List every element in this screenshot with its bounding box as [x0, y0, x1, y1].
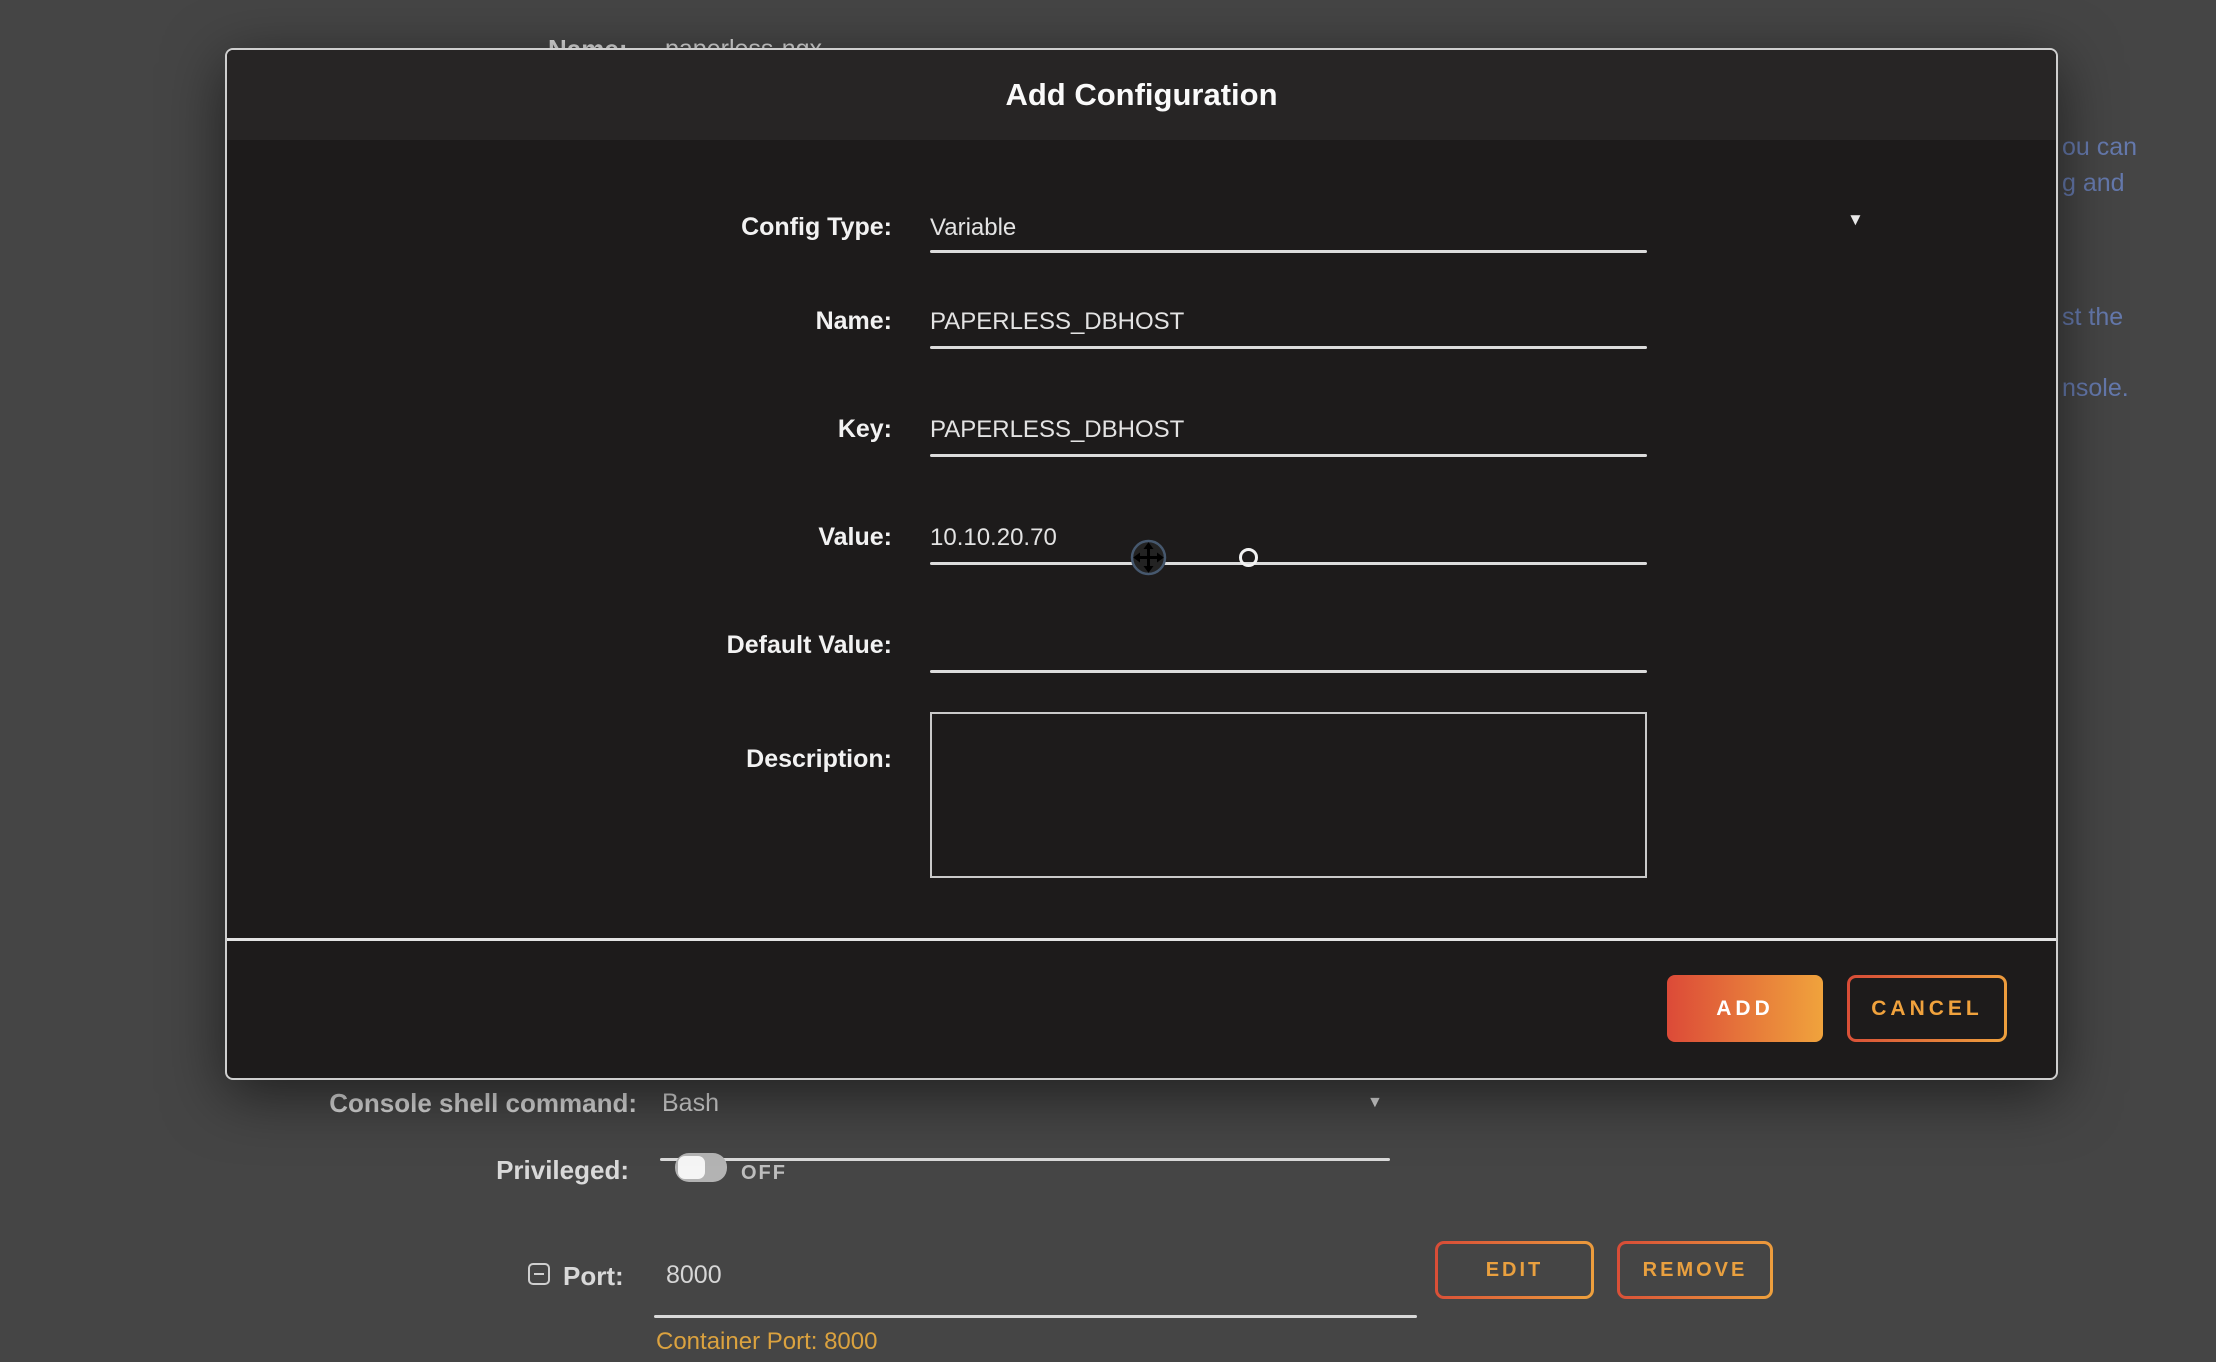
console-shell-command-label: Console shell command: — [237, 1088, 637, 1119]
name-label: Name: — [492, 307, 892, 336]
port-value: 8000 — [666, 1261, 722, 1290]
console-field-underline — [660, 1158, 1390, 1161]
config-type-underline — [930, 250, 1647, 253]
value-label: Value: — [492, 523, 892, 552]
name-underline — [930, 346, 1647, 349]
port-label: Port: — [563, 1261, 624, 1292]
chevron-down-icon[interactable]: ▼ — [1367, 1094, 1383, 1112]
help-text-fragment: g and — [2062, 169, 2125, 198]
dialog-title: Add Configuration — [1005, 77, 1277, 113]
privileged-label: Privileged: — [229, 1155, 629, 1186]
name-input[interactable]: PAPERLESS_DBHOST — [930, 308, 1647, 336]
cancel-button[interactable]: CANCEL — [1847, 975, 2007, 1042]
privileged-toggle[interactable] — [675, 1153, 727, 1182]
help-text-fragment: ou can — [2062, 133, 2137, 162]
config-type-label: Config Type: — [492, 213, 892, 242]
key-label: Key: — [492, 415, 892, 444]
help-text-fragment: st the — [2062, 303, 2123, 332]
container-port-hint: Container Port: 8000 — [656, 1328, 877, 1356]
dialog-header: Add Configuration — [227, 50, 2056, 140]
key-underline — [930, 454, 1647, 457]
console-shell-command-select[interactable]: Bash — [662, 1089, 719, 1118]
collapse-section-icon[interactable] — [528, 1263, 550, 1285]
circle-cursor-icon — [1239, 548, 1258, 567]
description-label: Description: — [492, 745, 892, 774]
edit-port-button[interactable]: EDIT — [1435, 1241, 1594, 1299]
remove-port-button[interactable]: REMOVE — [1617, 1241, 1773, 1299]
value-underline — [930, 562, 1647, 565]
privileged-state-text: OFF — [741, 1162, 787, 1185]
value-input[interactable]: 10.10.20.70 — [930, 524, 1647, 552]
move-cursor-icon — [1130, 539, 1167, 576]
config-type-select[interactable]: Variable — [930, 214, 1647, 242]
add-button[interactable]: ADD — [1667, 975, 1823, 1042]
key-input[interactable]: PAPERLESS_DBHOST — [930, 416, 1647, 444]
chevron-down-icon[interactable]: ▼ — [1847, 210, 1864, 230]
default-value-label: Default Value: — [492, 631, 892, 660]
help-text-fragment: nsole. — [2062, 374, 2129, 403]
dialog-footer-divider — [227, 938, 2056, 941]
toggle-knob — [678, 1156, 705, 1179]
default-value-underline — [930, 670, 1647, 673]
port-field-underline — [654, 1315, 1417, 1318]
description-textarea[interactable] — [930, 712, 1647, 878]
